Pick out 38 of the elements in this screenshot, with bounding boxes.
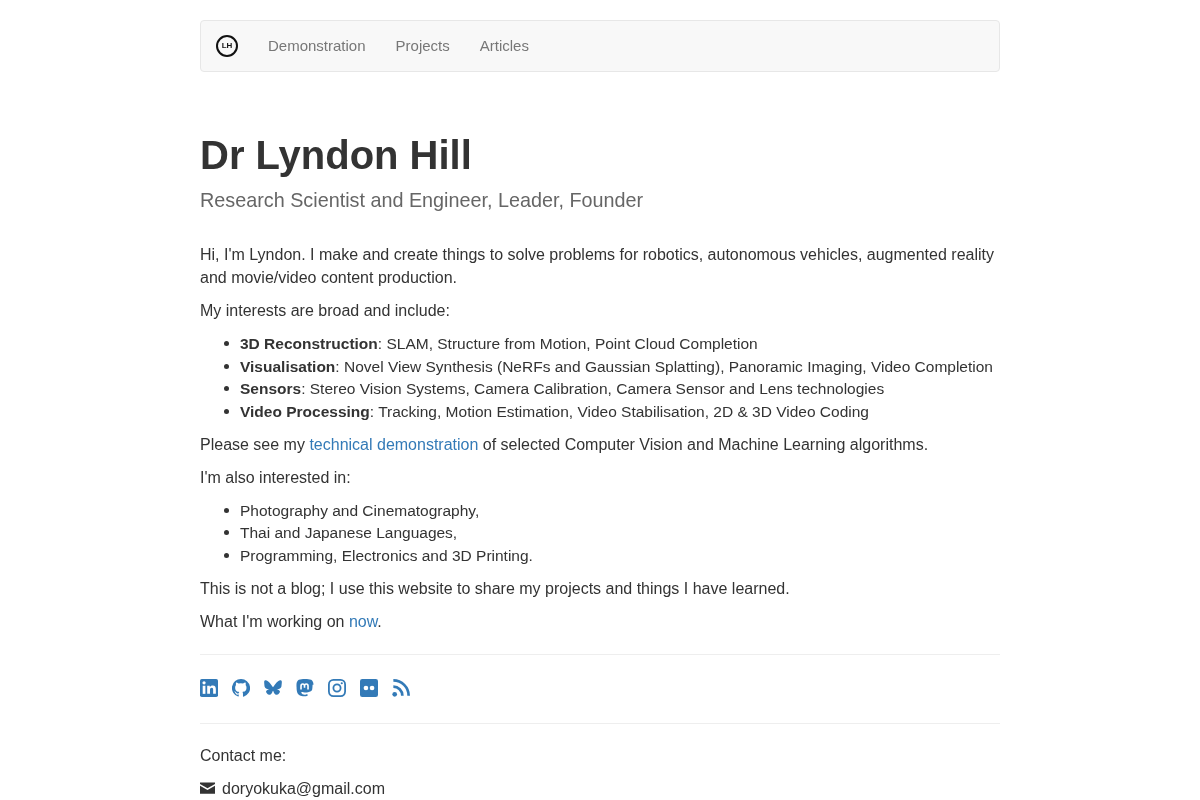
list-item: Video Processing: Tracking, Motion Estimation, Video Stabilisation, 2D & 3D Video Coding	[240, 401, 869, 422]
instagram-icon[interactable]	[328, 678, 346, 697]
paragraph-text: My interests are broad and include:	[200, 301, 451, 321]
list-item: Programming, Electronics and 3D Printing.	[240, 545, 533, 566]
list-item: Visualisation: Novel View Synthesis (NeRFs and Gaussian Splatting), Panoramic Imaging, Video Completion	[240, 356, 993, 377]
home-logo[interactable]: LH	[216, 35, 238, 57]
linkedin-icon[interactable]	[200, 678, 218, 697]
page-subtitle: Research Scientist and Engineer, Leader, Founder	[200, 188, 645, 213]
bullet-icon	[224, 507, 229, 513]
list-item: Sensors: Stereo Vision Systems, Camera Calibration, Camera Sensor and Lens technologies	[240, 379, 885, 400]
bullet-icon	[224, 552, 229, 558]
bullet-icon	[224, 340, 229, 346]
bullet-icon	[224, 530, 229, 536]
inline-link[interactable]: now	[348, 612, 378, 630]
list-item: Photography and Cinematography,	[240, 500, 480, 521]
butterfly-icon[interactable]	[264, 678, 282, 697]
paragraph-text: What I'm working on now.	[200, 611, 383, 632]
inline-link[interactable]: technical demonstration	[309, 435, 479, 453]
nav-link[interactable]: Demonstration	[253, 21, 381, 71]
bullet-icon	[224, 408, 229, 414]
paragraph-text: This is not a blog; I use this website to share my projects and things I have learned.	[200, 578, 791, 599]
email-address: doryokuka@gmail.com	[222, 778, 385, 799]
bullet-icon	[224, 386, 229, 392]
contact-heading: Contact me:	[200, 745, 288, 766]
paragraph-text: Please see my technical demonstration of selected Computer Vision and Machine Learning algorithms.	[200, 434, 930, 455]
github-icon[interactable]	[232, 678, 250, 697]
list-item: Thai and Japanese Languages,	[240, 523, 458, 544]
page-title: Dr Lyndon Hill	[200, 133, 473, 177]
paragraph-text: I'm also interested in:	[200, 467, 352, 488]
nav-link[interactable]: Articles	[464, 21, 544, 71]
list-item: 3D Reconstruction: SLAM, Structure from Motion, Point Cloud Completion	[240, 333, 758, 354]
envelope-icon	[200, 782, 215, 795]
bullet-icon	[224, 363, 229, 369]
flickr-icon[interactable]	[360, 678, 378, 697]
mastodon-icon[interactable]	[296, 678, 314, 697]
paragraph-text: Hi, I'm Lyndon. I make and create things to solve problems for robotics, autonomous vehicles, augmented reality and movie/video content production.	[200, 245, 995, 288]
rss-icon[interactable]	[392, 678, 410, 697]
nav-link[interactable]: Projects	[380, 21, 465, 71]
